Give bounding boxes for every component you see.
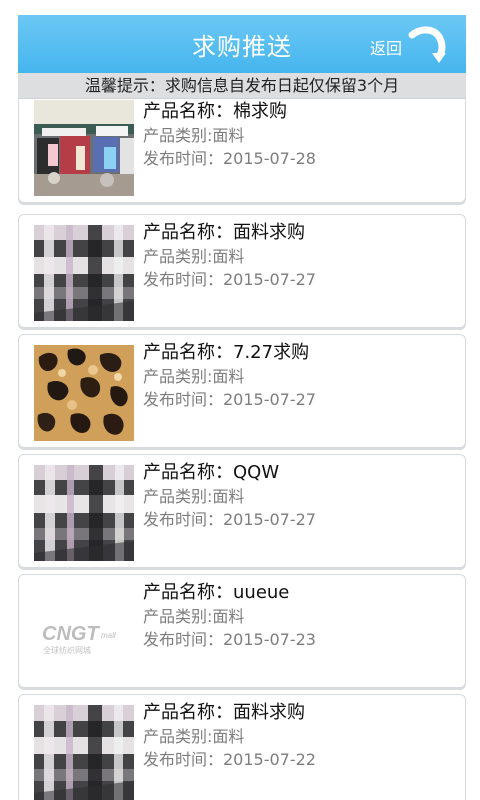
plaid-fabric-thumbnail	[34, 705, 134, 800]
purchase-item-5[interactable]: CNGT mall 全球纺织网城 产品名称：uueue 产品类别:面料 发布时间…	[18, 574, 466, 688]
store-photo-thumbnail	[34, 100, 134, 196]
leopard-fabric-image	[34, 345, 134, 441]
publish-date: 发布时间：2015-07-27	[143, 270, 316, 289]
purchase-item-text: 产品名称：7.27求购 产品类别:面料 发布时间：2015-07-27	[143, 341, 453, 411]
product-category: 产品类别:面料	[143, 607, 245, 626]
product-name: 产品名称：棉求购	[143, 101, 287, 122]
publish-date: 发布时间：2015-07-27	[143, 390, 316, 409]
purchase-item-1[interactable]: 产品名称：棉求购 产品类别:面料 发布时间：2015-07-28	[18, 99, 466, 203]
purchase-item-4[interactable]: 产品名称：QQW 产品类别:面料 发布时间：2015-07-27	[18, 454, 466, 568]
purchase-list[interactable]: 产品名称：棉求购 产品类别:面料 发布时间：2015-07-28 产品名称：面料…	[18, 99, 466, 800]
purchase-item-text: 产品名称：面料求购 产品类别:面料 发布时间：2015-07-27	[143, 221, 453, 291]
app-header: 求购推送 返回	[18, 15, 466, 73]
publish-date: 发布时间：2015-07-23	[143, 630, 316, 649]
plaid-fabric-thumbnail	[34, 465, 134, 561]
purchase-item-text: 产品名称：uueue 产品类别:面料 发布时间：2015-07-23	[143, 581, 453, 651]
leopard-fabric-thumbnail	[34, 345, 134, 441]
publish-date: 发布时间：2015-07-22	[143, 750, 316, 769]
product-name: 产品名称：7.27求购	[143, 342, 310, 363]
back-button[interactable]: 返回	[370, 23, 454, 65]
logo-caption: 全球纺织网城	[43, 645, 91, 655]
logo-main-text: CNGT	[42, 623, 100, 645]
purchase-item-text: 产品名称：QQW 产品类别:面料 发布时间：2015-07-27	[143, 461, 453, 531]
product-name: 产品名称：uueue	[143, 582, 290, 603]
store-photo-image	[34, 100, 134, 196]
product-name: 产品名称：面料求购	[143, 222, 305, 243]
product-category: 产品类别:面料	[143, 247, 245, 266]
logo-small-text: mall	[101, 631, 116, 640]
product-name: 产品名称：QQW	[143, 462, 280, 483]
product-category: 产品类别:面料	[143, 727, 245, 746]
retention-notice: 温馨提示：求购信息自发布日起仅保留3个月	[18, 73, 466, 99]
curved-arrow-down-icon	[408, 26, 446, 63]
purchase-item-6[interactable]: 产品名称：面料求购 产品类别:面料 发布时间：2015-07-22	[18, 694, 466, 800]
purchase-item-3[interactable]: 产品名称：7.27求购 产品类别:面料 发布时间：2015-07-27	[18, 334, 466, 448]
cngt-logo-thumbnail: CNGT mall 全球纺织网城	[34, 585, 134, 681]
product-category: 产品类别:面料	[143, 126, 245, 145]
product-name: 产品名称：面料求购	[143, 702, 305, 723]
cngt-logo-image: CNGT mall 全球纺织网城	[34, 585, 134, 681]
product-category: 产品类别:面料	[143, 487, 245, 506]
product-category: 产品类别:面料	[143, 367, 245, 386]
publish-date: 发布时间：2015-07-28	[143, 149, 316, 168]
purchase-item-text: 产品名称：面料求购 产品类别:面料 发布时间：2015-07-22	[143, 701, 453, 771]
plaid-fabric-image	[34, 705, 134, 800]
purchase-item-2[interactable]: 产品名称：面料求购 产品类别:面料 发布时间：2015-07-27	[18, 214, 466, 328]
screen: 求购推送 返回 温馨提示：求购信息自发布日起仅保留3个月 产品名称：棉求购 产品…	[0, 0, 480, 800]
publish-date: 发布时间：2015-07-27	[143, 510, 316, 529]
purchase-item-text: 产品名称：棉求购 产品类别:面料 发布时间：2015-07-28	[143, 100, 453, 170]
plaid-fabric-image	[34, 225, 134, 321]
back-label: 返回	[370, 39, 403, 58]
plaid-fabric-thumbnail	[34, 225, 134, 321]
plaid-fabric-image	[34, 465, 134, 561]
